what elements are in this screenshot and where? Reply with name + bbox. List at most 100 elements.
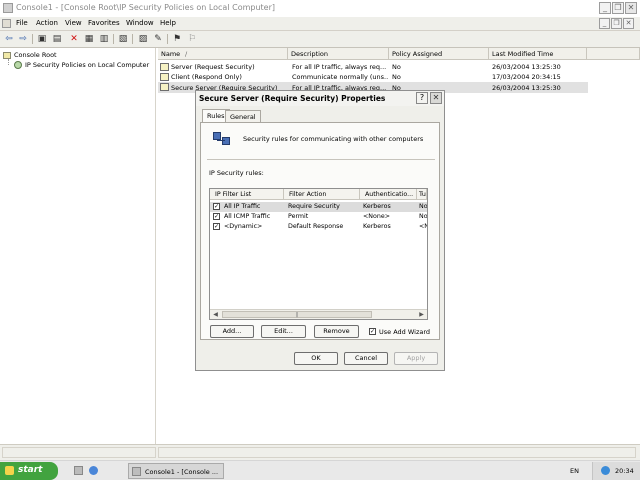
- menu-view[interactable]: View: [65, 19, 82, 27]
- tab-label: General: [230, 113, 256, 121]
- policy-icon: [160, 73, 169, 81]
- toolbar-separator: [167, 34, 168, 44]
- column-header-authentication[interactable]: Authenticatio...: [360, 189, 417, 200]
- restore-icon: ❐: [614, 3, 622, 12]
- column-label: Authenticatio...: [365, 191, 414, 198]
- column-label: Filter Action: [289, 191, 327, 198]
- refresh-icon[interactable]: ▥: [98, 33, 110, 45]
- policy-icon: [160, 63, 169, 71]
- show-hide-tree-icon[interactable]: ▤: [51, 33, 63, 45]
- menu-action[interactable]: Action: [36, 19, 58, 27]
- properties-icon[interactable]: ▦: [83, 33, 95, 45]
- table-row[interactable]: Server (Request Security) For all IP tra…: [158, 62, 588, 72]
- assign-icon[interactable]: ⚑: [171, 33, 183, 45]
- up-icon[interactable]: ▣: [36, 33, 48, 45]
- table-row[interactable]: Client (Respond Only) Communicate normal…: [158, 72, 588, 82]
- rule-row[interactable]: ✓ <Dynamic> Default Response Kerberos <N: [210, 222, 427, 232]
- add-button[interactable]: Add...: [210, 325, 254, 338]
- checkmark-icon: ✓: [370, 328, 376, 335]
- button-label: Edit...: [274, 327, 293, 335]
- ok-button[interactable]: OK: [294, 352, 338, 365]
- column-header-name[interactable]: Name /: [158, 48, 288, 60]
- rule-tunnel: <N: [419, 223, 427, 230]
- column-header-policy-assigned[interactable]: Policy Assigned: [389, 48, 489, 60]
- dialog-title: Secure Server (Require Security) Propert…: [199, 94, 386, 103]
- status-panel: [158, 447, 636, 458]
- scroll-thumb[interactable]: ‖: [222, 311, 372, 318]
- forward-icon[interactable]: ⇨: [17, 33, 29, 45]
- checkmark-icon: ✓: [214, 223, 220, 230]
- column-header-tunnel[interactable]: Tu: [417, 189, 427, 200]
- remove-button[interactable]: Remove: [314, 325, 359, 338]
- rule-checkbox[interactable]: ✓: [213, 223, 220, 230]
- column-header-last-modified[interactable]: Last Modified Time: [489, 48, 587, 60]
- scroll-left-button[interactable]: ◀: [211, 310, 220, 319]
- close-button[interactable]: ✕: [625, 2, 637, 14]
- network-link-line: [217, 140, 225, 141]
- close-icon: ✕: [627, 3, 635, 12]
- rule-action: Permit: [288, 213, 309, 220]
- rule-row-selected[interactable]: ✓ All IP Traffic Require Security Kerber…: [210, 202, 427, 212]
- start-button[interactable]: start: [0, 462, 58, 480]
- toolbar-separator: [113, 34, 114, 44]
- child-window-icon[interactable]: [2, 19, 11, 28]
- column-label: Description: [291, 50, 329, 58]
- menu-window[interactable]: Window: [126, 19, 154, 27]
- title-bar[interactable]: Console1 - [Console Root\IP Security Pol…: [0, 0, 640, 17]
- rule-tunnel: No: [419, 213, 427, 220]
- taskbar-task-console1[interactable]: Console1 - [Console ...: [128, 463, 224, 479]
- internet-explorer-icon[interactable]: [89, 466, 98, 475]
- child-minimize-button[interactable]: _: [599, 18, 610, 29]
- edit-button[interactable]: Edit...: [261, 325, 306, 338]
- menu-help[interactable]: Help: [160, 19, 176, 27]
- dialog-help-button[interactable]: ?: [416, 92, 428, 104]
- column-header-filter-list[interactable]: IP Filter List: [210, 189, 284, 200]
- tab-general[interactable]: General: [225, 110, 261, 122]
- start-label: start: [18, 465, 43, 475]
- menu-file[interactable]: File: [16, 19, 28, 27]
- dialog-close-button[interactable]: ✕: [430, 92, 442, 104]
- tree-connector: [8, 59, 9, 65]
- unassign-icon[interactable]: ⚐: [186, 33, 198, 45]
- back-icon[interactable]: ⇦: [3, 33, 15, 45]
- rule-checkbox[interactable]: ✓: [213, 203, 220, 210]
- restore-button[interactable]: ❐: [612, 2, 624, 14]
- clock[interactable]: 20:34: [615, 467, 634, 475]
- arrow-left-icon: ◀: [213, 311, 218, 318]
- column-header-filter-action[interactable]: Filter Action: [284, 189, 360, 200]
- use-add-wizard-label[interactable]: Use Add Wizard: [379, 328, 430, 336]
- column-header-description[interactable]: Description: [288, 48, 389, 60]
- help-icon[interactable]: ▨: [137, 33, 149, 45]
- checkmark-icon: ✓: [214, 203, 220, 210]
- folder-icon: [3, 52, 11, 59]
- rule-filter: <Dynamic>: [224, 223, 263, 230]
- child-restore-button[interactable]: ❐: [611, 18, 622, 29]
- scroll-right-button[interactable]: ▶: [417, 310, 426, 319]
- show-desktop-icon[interactable]: [74, 466, 83, 475]
- language-indicator[interactable]: EN: [570, 467, 579, 475]
- network-tray-icon[interactable]: [601, 466, 610, 475]
- properties-dialog: Secure Server (Require Security) Propert…: [195, 90, 445, 371]
- apply-button[interactable]: Apply: [394, 352, 438, 365]
- grip-icon: ‖: [295, 312, 299, 318]
- use-add-wizard-checkbox[interactable]: ✓: [369, 328, 376, 335]
- export-list-icon[interactable]: ▧: [117, 33, 129, 45]
- horizontal-scrollbar[interactable]: ◀ ‖ ▶: [210, 309, 427, 319]
- child-close-button[interactable]: ✕: [623, 18, 634, 29]
- row-assigned: No: [392, 73, 401, 81]
- console-app-icon: [132, 467, 141, 476]
- menu-favorites[interactable]: Favorites: [88, 19, 120, 27]
- tree-node-ip-security[interactable]: IP Security Policies on Local Computer: [25, 61, 149, 69]
- dialog-title-bar[interactable]: Secure Server (Require Security) Propert…: [196, 91, 444, 106]
- rule-row[interactable]: ✓ All ICMP Traffic Permit <None> No: [210, 212, 427, 222]
- rule-checkbox[interactable]: ✓: [213, 213, 220, 220]
- minimize-button[interactable]: _: [599, 2, 611, 14]
- toolbar-separator: [132, 34, 133, 44]
- windows-logo-icon: [5, 466, 14, 475]
- policy-icon: [160, 83, 169, 91]
- tree-node-console-root[interactable]: Console Root: [14, 51, 57, 59]
- cancel-button[interactable]: Cancel: [344, 352, 388, 365]
- column-header-filler: [587, 48, 640, 60]
- delete-icon[interactable]: ✕: [68, 33, 80, 45]
- add-policy-icon[interactable]: ✎: [152, 33, 164, 45]
